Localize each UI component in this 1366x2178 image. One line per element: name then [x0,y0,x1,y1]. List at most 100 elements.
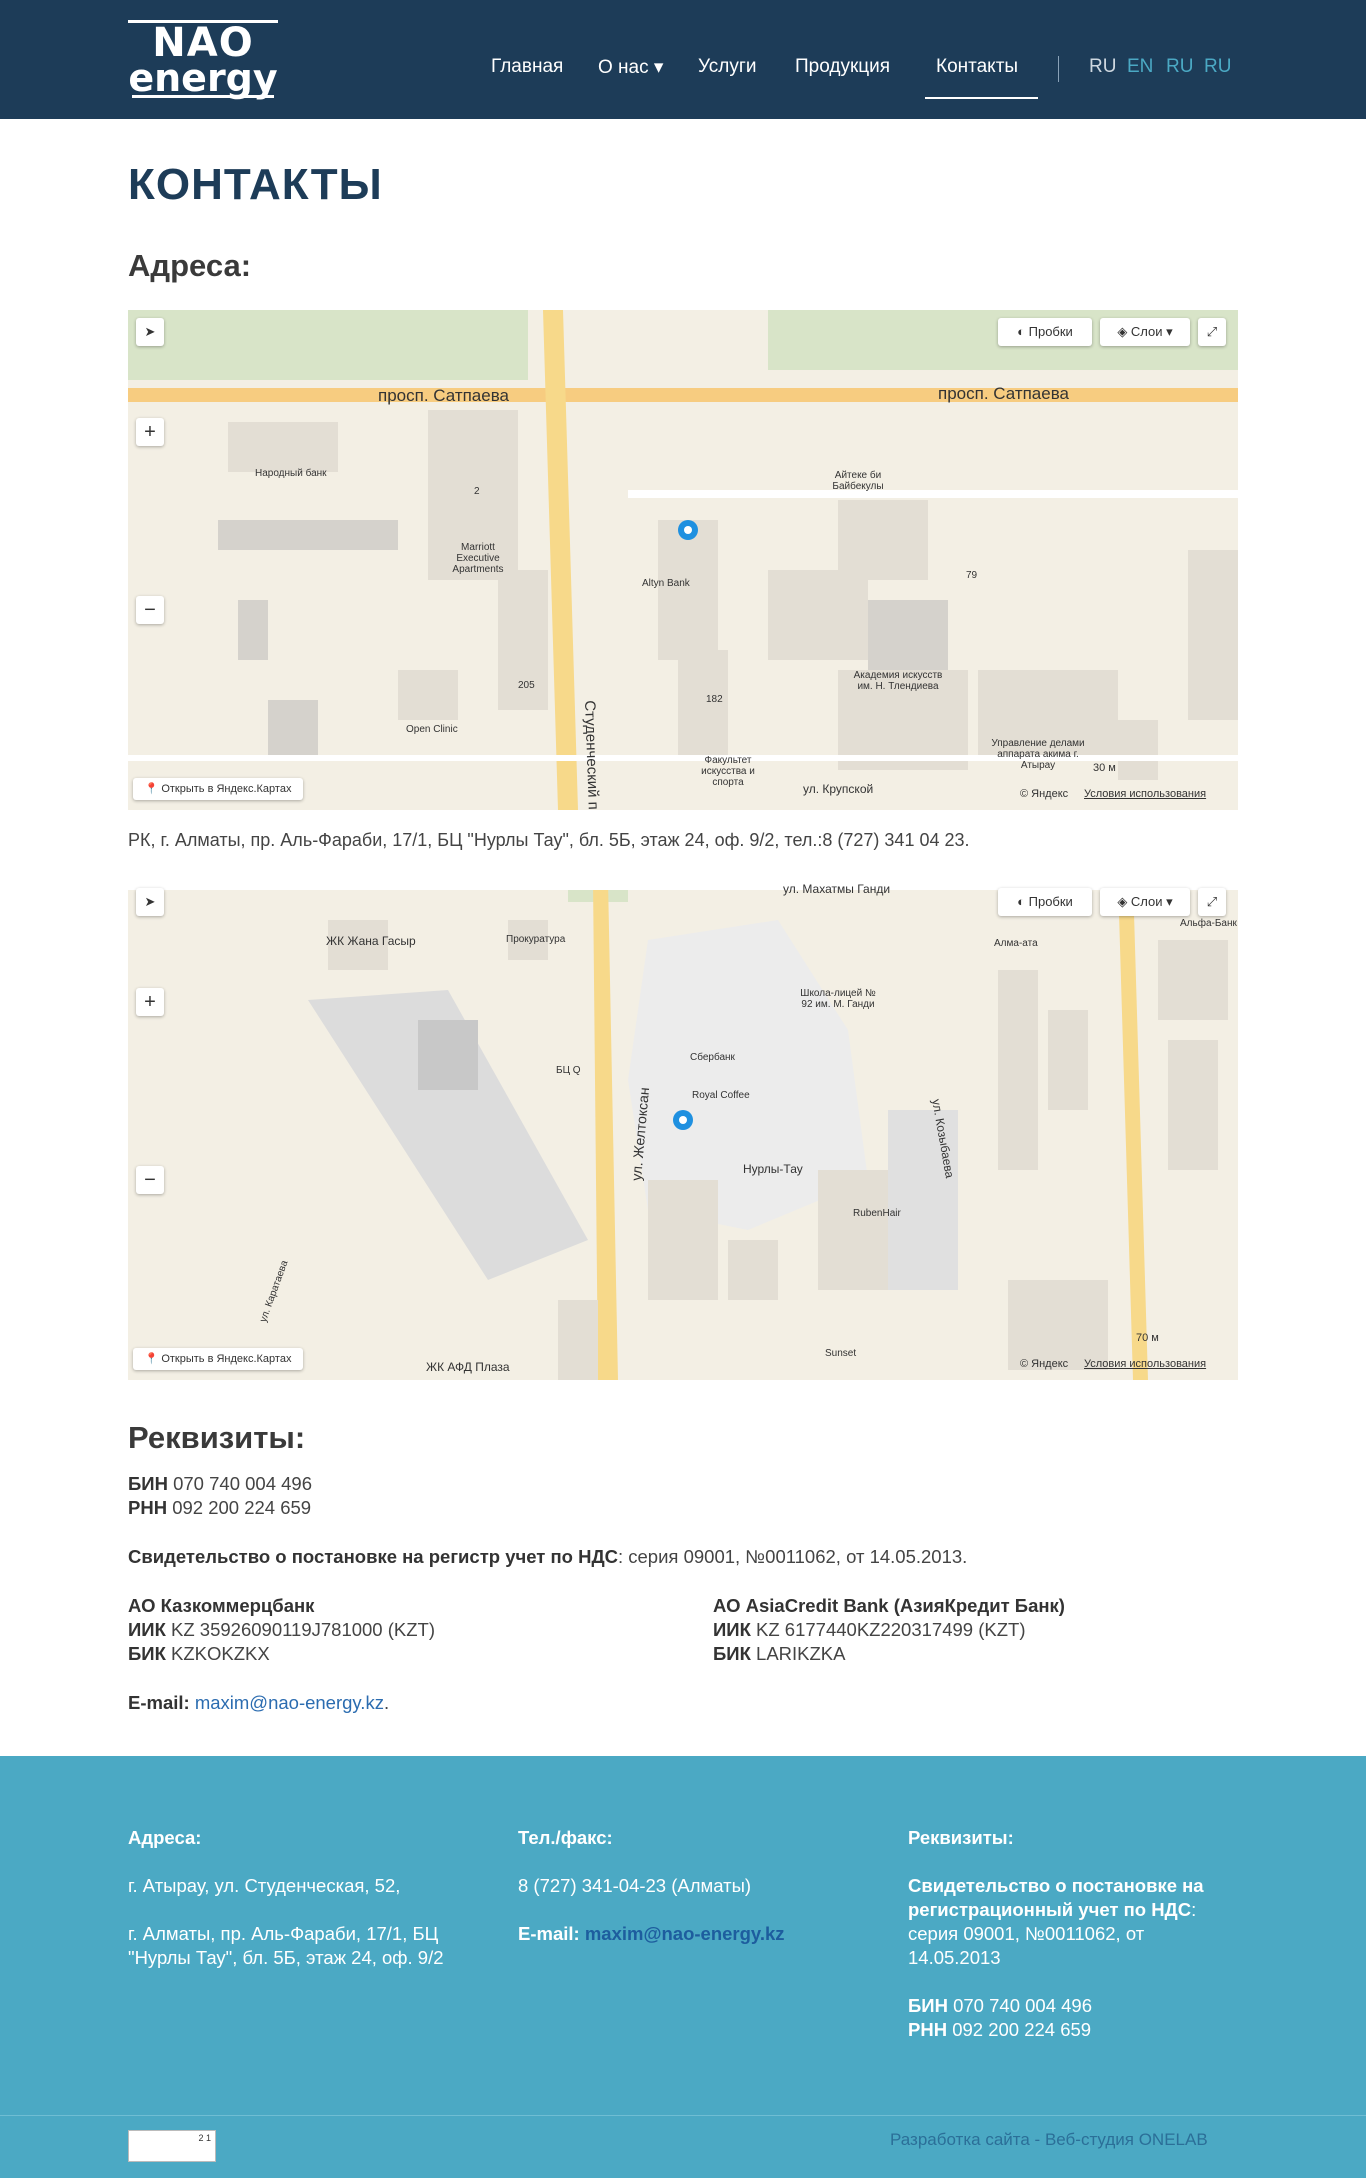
nav-products[interactable]: Продукция [795,56,890,78]
poi-label: Управление делами аппарата акима г. Атыр… [991,738,1085,771]
locate-button[interactable]: ➤ [136,888,164,916]
footer-rnn-value: 092 200 224 659 [952,2019,1092,2040]
lang-en[interactable]: EN [1127,56,1153,78]
footer-rnn: РНН 092 200 224 659 [908,2018,1228,2042]
locate-button[interactable]: ➤ [136,318,164,346]
map-almaty[interactable]: ➤ + − ◐ Пробки ◈ Слои ▾ ⤢ ул. Махатмы Га… [128,880,1238,1380]
nav-separator [1058,56,1059,82]
email-link[interactable]: maxim@nao-energy.kz [195,1692,384,1713]
fullscreen-button[interactable]: ⤢ [1198,318,1226,346]
open-in-yandex-link[interactable]: 📍 Открыть в Яндекс.Картах [133,1348,303,1370]
bank1-iik-label: ИИК [128,1619,166,1640]
bank2-iik-label: ИИК [713,1619,751,1640]
traffic-icon: ◐ [1017,894,1029,909]
email-suffix: . [383,1692,390,1713]
map-canvas [128,880,1238,1380]
building-number: 2 [474,486,480,497]
poi-label: Сбербанк [690,1052,735,1063]
poi-label: Айтеке би Байбекулы [832,470,884,492]
zoom-out-button[interactable]: − [136,596,164,624]
poi-label: Факультет искусства и спорта [701,755,755,788]
poi-label: БЦ Q [556,1065,581,1076]
poi-label: Altyn Bank [642,578,690,589]
building-number: 182 [706,694,723,705]
email-line: E-mail: maxim@nao-energy.kz. [128,1691,389,1715]
terms-link[interactable]: Условия использования [1084,1358,1206,1370]
poi-label: Прокуратура [506,934,566,945]
map-atyrau[interactable]: ➤ + − ◐ Пробки ◈ Слои ▾ ⤢ просп. Сатпаев… [128,310,1238,810]
pin-icon: 📍 [144,783,159,795]
open-in-yandex-link[interactable]: 📍 Открыть в Яндекс.Картах [133,778,303,800]
traffic-button[interactable]: ◐ Пробки [998,888,1092,916]
footer-phone: 8 (727) 341-04-23 (Алматы) [518,1875,752,1896]
visit-counter[interactable]: 2 1 [128,2130,216,2162]
zoom-out-button[interactable]: − [136,1166,164,1194]
poi-label: Open Clinic [406,724,458,735]
poi-label: Алма-ата [994,938,1038,949]
footer-phone-heading: Тел./факс: [518,1827,613,1848]
vat-label: Свидетельство о постановке на регистр уч… [128,1546,618,1567]
footer-address-atyrau: г. Атырау, ул. Студенческая, 52, [128,1875,401,1896]
footer-bin: БИН 070 740 004 496 [908,1994,1228,2018]
bank2-name: АО AsiaCredit Bank (АзияКредит Банк) [713,1595,1065,1616]
nav-home[interactable]: Главная [491,56,563,78]
footer-divider [0,2115,1366,2116]
vat-line: Свидетельство о постановке на регистр уч… [128,1545,967,1569]
nav-about[interactable]: О нас ▾ [598,56,663,79]
map-scale: 30 м [1093,762,1116,774]
bank2-bik-label: БИК [713,1643,751,1664]
layers-icon: ◈ [1117,324,1131,339]
bin-line: БИН 070 740 004 496 [128,1472,312,1496]
site-footer: Адреса: г. Атырау, ул. Студенческая, 52,… [0,1756,1366,2178]
poi-label: RubenHair [853,1208,901,1219]
logo[interactable]: NAO energy [128,20,278,98]
addresses-heading: Адреса: [128,248,252,283]
zoom-in-button[interactable]: + [136,988,164,1016]
address-text: РК, г. Алматы, пр. Аль-Фараби, 17/1, БЦ … [128,830,970,850]
traffic-label: Пробки [1028,894,1073,909]
street-label: просп. Сатпаева [378,386,510,405]
lang-ru-3[interactable]: RU [1204,56,1231,78]
site-header: NAO energy Главная О нас ▾ Услуги Продук… [0,0,1366,119]
layers-button[interactable]: ◈ Слои ▾ [1100,888,1190,916]
layers-icon: ◈ [1117,894,1131,909]
layers-label: Слои [1130,324,1163,339]
logo-line-2: energy [128,56,278,100]
nav-contacts[interactable]: Контакты [936,56,1018,78]
map-attribution: © Яндекс [1020,1358,1069,1370]
lang-ru[interactable]: RU [1089,56,1116,78]
street-label: ул. Махатмы Ганди [783,882,891,896]
bank2: АО AsiaCredit Bank (АзияКредит Банк) ИИК… [713,1594,1065,1666]
terms-link[interactable]: Условия использования [1084,788,1206,800]
bank1-iik: KZ 35926090119J781000 (KZT) [171,1619,435,1640]
footer-rnn-label: РНН [908,2019,948,2040]
fullscreen-button[interactable]: ⤢ [1198,888,1226,916]
nav-active-indicator [925,97,1038,99]
nav-services[interactable]: Услуги [698,56,756,78]
rnn-line: РНН 092 200 224 659 [128,1496,311,1520]
footer-email-link[interactable]: maxim@nao-energy.kz [585,1923,785,1944]
zoom-in-button[interactable]: + [136,418,164,446]
footer-address-almaty: г. Алматы, пр. Аль-Фараби, 17/1, БЦ "Нур… [128,1923,444,1968]
map-attribution: © Яндекс [1020,788,1069,800]
bank1: АО Казкоммерцбанк ИИК KZ 35926090119J781… [128,1594,435,1666]
poi-label: Альфа-Банк [1180,918,1237,929]
poi-label: Marriott Executive Apartments [452,542,504,575]
vat-value: : серия 09001, №0011062, от 14.05.2013. [617,1546,968,1567]
footer-vat: Свидетельство о постановке на регистраци… [908,1874,1228,1970]
bank2-bik: LARIKZKA [756,1643,846,1664]
layers-label: Слои [1130,894,1163,909]
traffic-button[interactable]: ◐ Пробки [998,318,1092,346]
lang-ru-2[interactable]: RU [1166,56,1193,78]
footer-email-label: E-mail: [518,1923,580,1944]
building-number: 205 [518,680,535,691]
developer-credit[interactable]: Разработка сайта - Веб-студия ONELAB [890,2130,1208,2150]
email-label: E-mail: [128,1692,190,1713]
logo-line-1: NAO [128,20,278,63]
poi-label: Народный банк [255,468,327,479]
layers-button[interactable]: ◈ Слои ▾ [1100,318,1190,346]
footer-addresses-heading: Адреса: [128,1827,202,1848]
traffic-label: Пробки [1028,324,1073,339]
poi-label: Академия искусств им. Н. Тлендиева [853,670,943,692]
bin-label: БИН [128,1473,168,1494]
